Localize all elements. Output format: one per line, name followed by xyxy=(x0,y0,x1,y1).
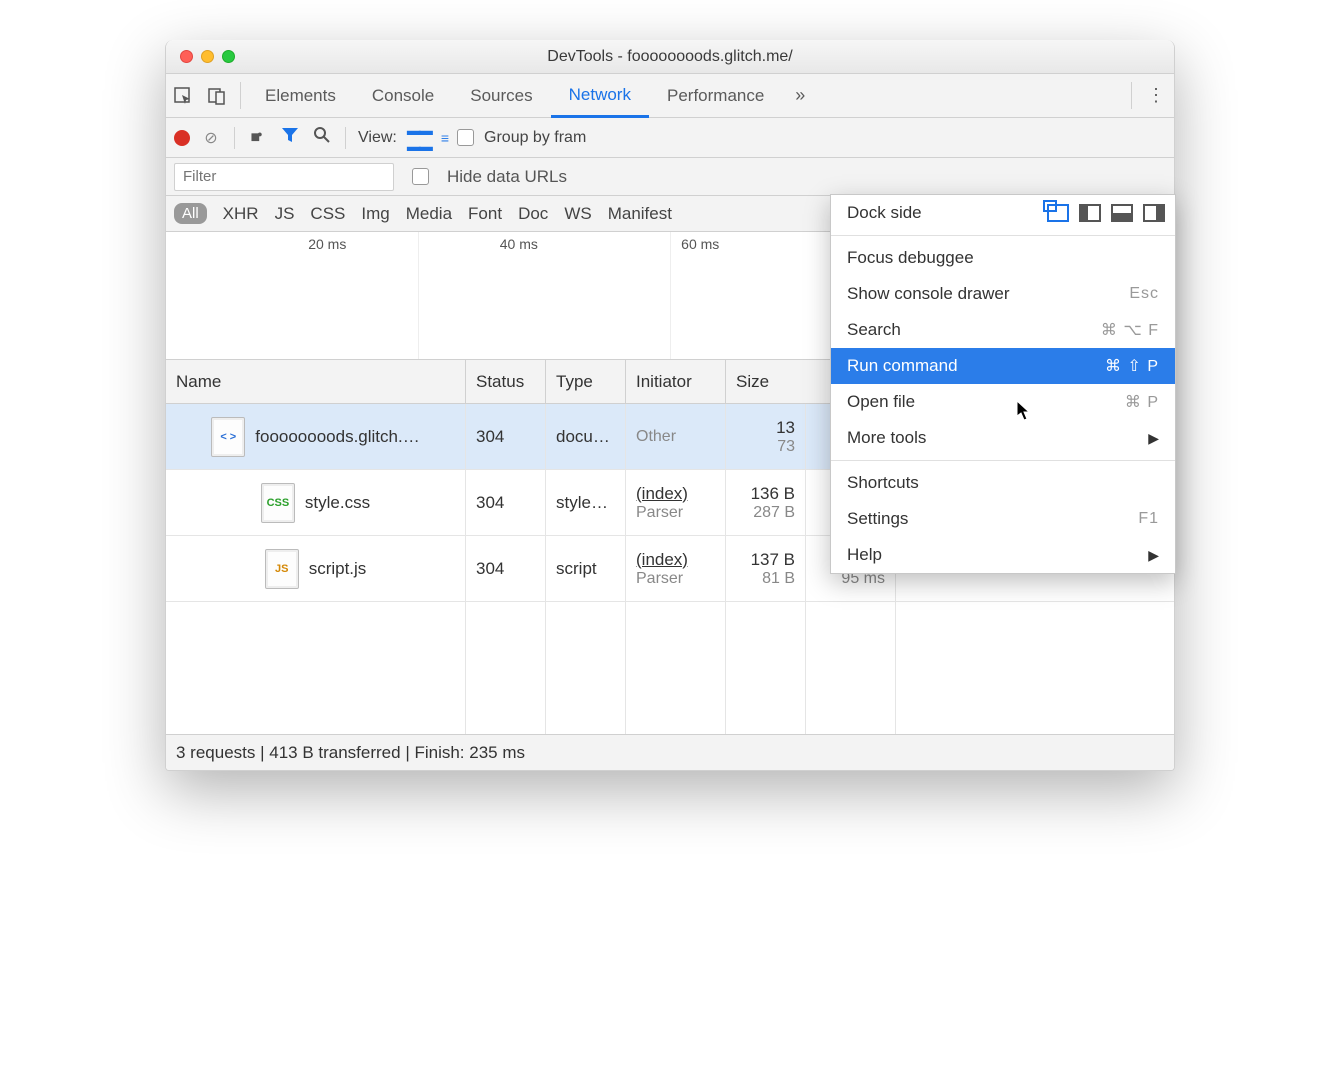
file-css-icon: CSS xyxy=(261,483,295,523)
clear-icon[interactable]: ⊘ xyxy=(200,128,222,148)
dock-undock-icon[interactable] xyxy=(1047,204,1069,222)
type-css[interactable]: CSS xyxy=(310,204,345,224)
search-icon[interactable] xyxy=(311,126,333,149)
col-size[interactable]: Size xyxy=(726,360,806,403)
menu-help[interactable]: Help▶ xyxy=(831,537,1175,573)
col-name[interactable]: Name xyxy=(166,360,466,403)
tab-network[interactable]: Network xyxy=(551,74,649,118)
panel-tabs: Elements Console Sources Network Perform… xyxy=(166,74,1174,118)
col-status[interactable]: Status xyxy=(466,360,546,403)
view-large-icon[interactable]: ▬▬▬▬ xyxy=(407,122,431,154)
dock-side-row: Dock side xyxy=(831,195,1175,231)
type-all[interactable]: All xyxy=(174,203,207,224)
type-xhr[interactable]: XHR xyxy=(223,204,259,224)
menu-shortcuts[interactable]: Shortcuts xyxy=(831,465,1175,501)
dock-bottom-icon[interactable] xyxy=(1111,204,1133,222)
tab-performance[interactable]: Performance xyxy=(649,74,782,117)
type-img[interactable]: Img xyxy=(361,204,389,224)
chevron-right-icon: ▶ xyxy=(1148,547,1159,564)
tick: 60 ms xyxy=(681,236,719,252)
menu-more-tools[interactable]: More tools▶ xyxy=(831,420,1175,456)
devtools-window: DevTools - foooooooods.glitch.me/ Elemen… xyxy=(165,40,1175,771)
view-label: View: xyxy=(358,129,397,147)
status-bar: 3 requests | 413 B transferred | Finish:… xyxy=(166,734,1174,770)
group-label: Group by fram xyxy=(484,129,586,147)
network-toolbar: ⊘ ■● View: ▬▬▬▬ ≡ Group by fram xyxy=(166,118,1174,158)
type-js[interactable]: JS xyxy=(275,204,295,224)
col-type[interactable]: Type xyxy=(546,360,626,403)
filter-icon[interactable] xyxy=(279,127,301,148)
menu-open-file[interactable]: Open file⌘ P xyxy=(831,384,1175,420)
traffic-lights xyxy=(180,50,235,63)
hide-urls-label: Hide data URLs xyxy=(447,167,567,187)
settings-menu-icon[interactable]: ⋮ xyxy=(1138,74,1174,117)
menu-settings[interactable]: SettingsF1 xyxy=(831,501,1175,537)
menu-show-console[interactable]: Show console drawerEsc xyxy=(831,276,1175,312)
dock-right-icon[interactable] xyxy=(1143,204,1165,222)
menu-run-command[interactable]: Run command⌘ ⇧ P xyxy=(831,348,1175,384)
close-icon[interactable] xyxy=(180,50,193,63)
device-toggle-icon[interactable] xyxy=(200,74,234,117)
view-small-icon[interactable]: ≡ xyxy=(441,130,447,146)
dock-left-icon[interactable] xyxy=(1079,204,1101,222)
chevron-right-icon: ▶ xyxy=(1148,430,1159,447)
file-js-icon: JS xyxy=(265,549,299,589)
file-name: style.css xyxy=(305,493,370,513)
type-doc[interactable]: Doc xyxy=(518,204,548,224)
tick: 20 ms xyxy=(308,236,346,252)
screenshot-icon[interactable]: ■● xyxy=(247,129,269,147)
main-menu: Dock side Focus debuggee Show console dr… xyxy=(830,194,1176,574)
type-media[interactable]: Media xyxy=(406,204,452,224)
empty-rows xyxy=(166,602,1174,734)
tab-sources[interactable]: Sources xyxy=(452,74,550,117)
file-name: foooooooods.glitch.… xyxy=(255,427,419,447)
minimize-icon[interactable] xyxy=(201,50,214,63)
record-icon[interactable] xyxy=(174,130,190,146)
window-title: DevTools - foooooooods.glitch.me/ xyxy=(166,48,1174,66)
type-font[interactable]: Font xyxy=(468,204,502,224)
tab-elements[interactable]: Elements xyxy=(247,74,354,117)
menu-focus-debuggee[interactable]: Focus debuggee xyxy=(831,240,1175,276)
group-checkbox[interactable] xyxy=(457,129,474,146)
filter-row: Hide data URLs xyxy=(166,158,1174,196)
file-name: script.js xyxy=(309,559,367,579)
filter-input[interactable] xyxy=(174,163,394,191)
tab-console[interactable]: Console xyxy=(354,74,452,117)
hide-urls-checkbox[interactable] xyxy=(412,168,429,185)
tabs-overflow-icon[interactable]: » xyxy=(782,74,818,117)
type-manifest[interactable]: Manifest xyxy=(608,204,672,224)
inspect-icon[interactable] xyxy=(166,74,200,117)
col-initiator[interactable]: Initiator xyxy=(626,360,726,403)
type-ws[interactable]: WS xyxy=(564,204,591,224)
menu-search[interactable]: Search⌘ ⌥ F xyxy=(831,312,1175,348)
titlebar: DevTools - foooooooods.glitch.me/ xyxy=(166,40,1174,74)
tick: 40 ms xyxy=(500,236,538,252)
zoom-icon[interactable] xyxy=(222,50,235,63)
file-html-icon: < > xyxy=(211,417,245,457)
